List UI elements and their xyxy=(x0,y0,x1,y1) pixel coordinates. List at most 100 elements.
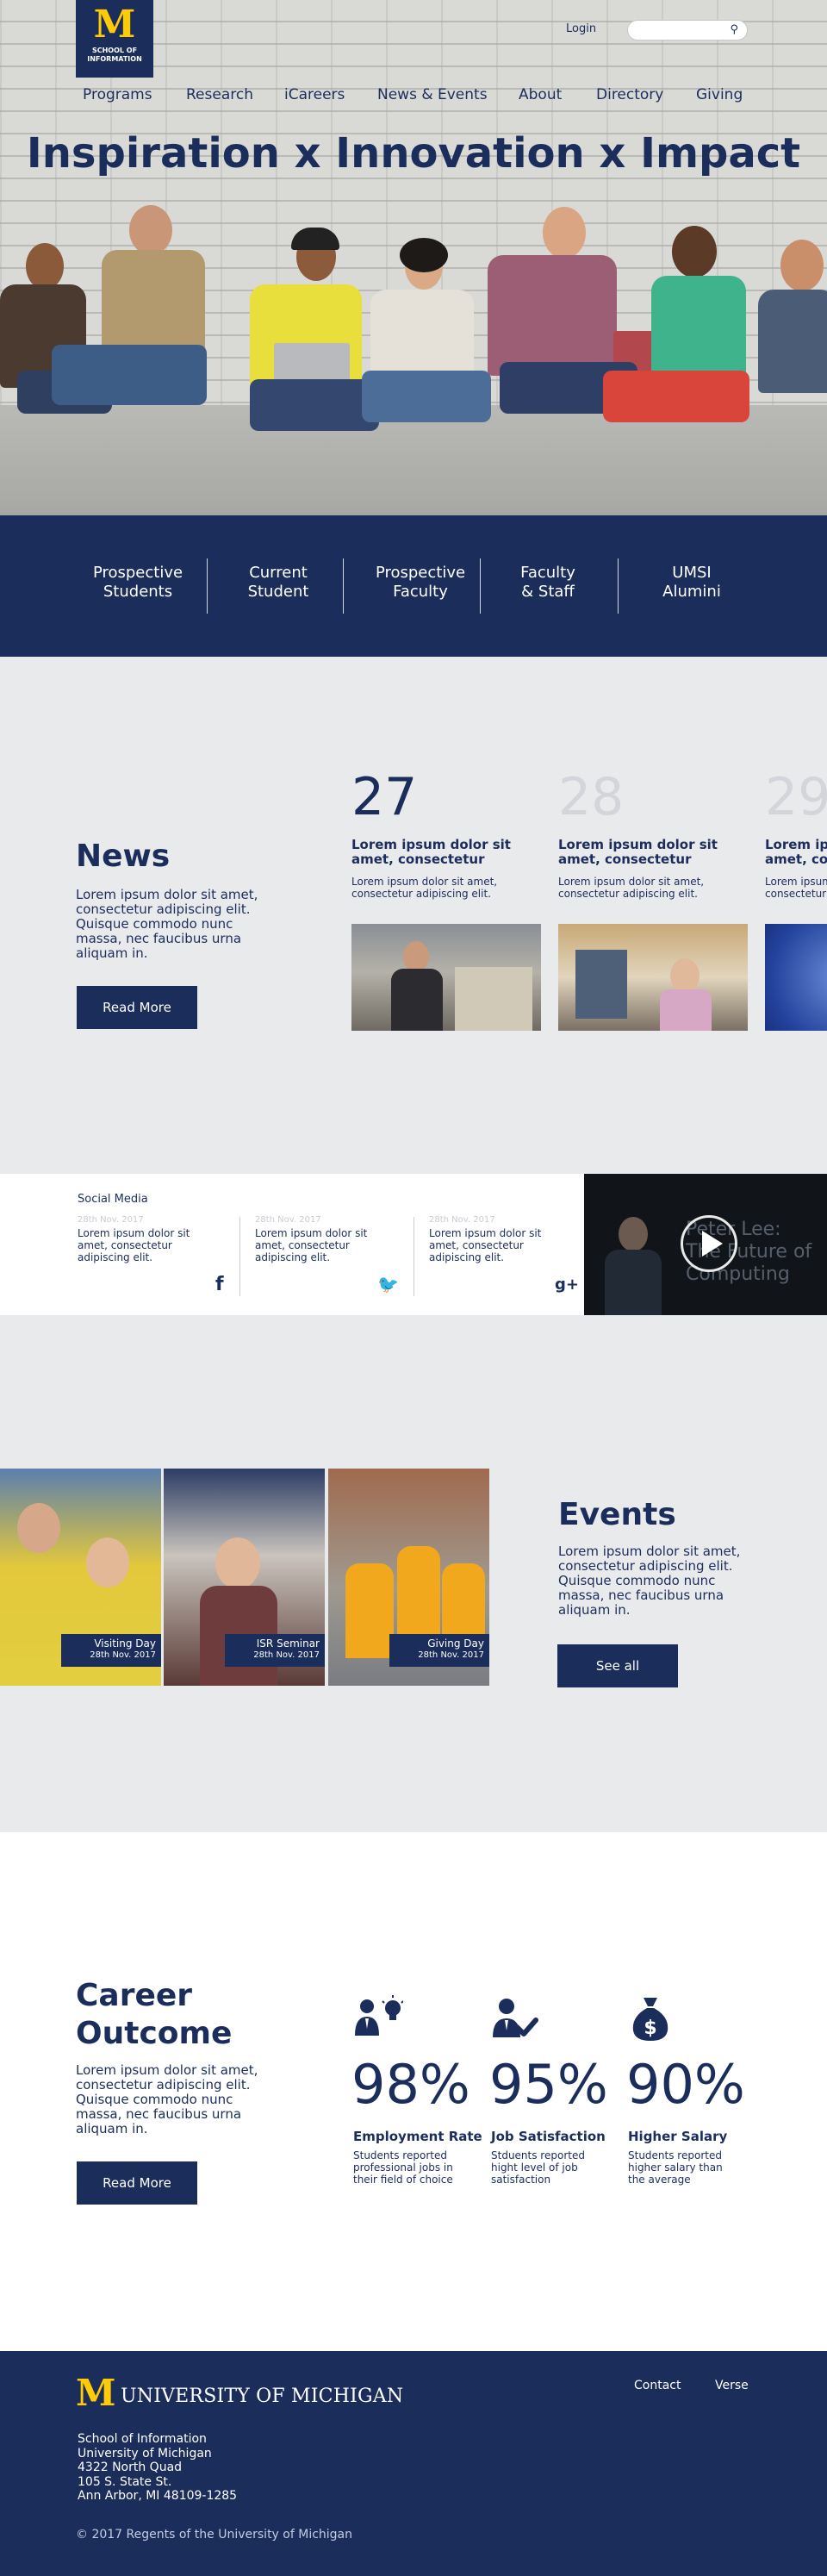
image-figure xyxy=(215,1537,260,1589)
site-footer: M UNIVERSITY OF MICHIGAN Contact Verse S… xyxy=(0,2351,827,2576)
employee-lightbulb-icon xyxy=(353,1994,404,2043)
event-date: 28th Nov. 2017 xyxy=(253,1650,320,1660)
nav-item-about[interactable]: About xyxy=(519,86,562,103)
university-logo[interactable]: M UNIVERSITY OF MICHIGAN xyxy=(76,2372,403,2414)
video-speaker-head xyxy=(619,1217,648,1251)
stat-description: Students reported higher salary than the… xyxy=(628,2149,723,2186)
social-post[interactable]: 28th Nov. 2017 Lorem ipsum dolor sit ame… xyxy=(255,1215,410,1263)
social-heading: Social Media xyxy=(78,1193,148,1206)
audience-bar: Prospective Students Current Student Pro… xyxy=(0,515,827,657)
divider xyxy=(618,558,619,614)
audience-label-line1: Current xyxy=(249,564,308,582)
person-legs xyxy=(362,371,491,422)
footer-address: School of Information University of Mich… xyxy=(78,2432,237,2504)
stat-label: Employment Rate xyxy=(353,2129,482,2144)
news-card-image[interactable] xyxy=(765,924,827,1031)
audience-prospective-faculty[interactable]: Prospective Faculty xyxy=(356,564,485,602)
audience-umsi-alumni[interactable]: UMSI Alumini xyxy=(627,564,756,602)
audience-label-line2: Faculty xyxy=(393,583,448,601)
twitter-icon[interactable]: 🐦 xyxy=(377,1274,399,1294)
event-name: Giving Day xyxy=(427,1637,484,1650)
search-input[interactable]: ⚲ xyxy=(627,20,748,41)
social-post-date: 28th Nov. 2017 xyxy=(429,1215,495,1225)
events-heading: Events xyxy=(558,1497,676,1532)
image-background xyxy=(455,967,532,1031)
event-date: 28th Nov. 2017 xyxy=(90,1650,156,1660)
audience-prospective-students[interactable]: Prospective Students xyxy=(73,564,202,602)
nav-item-directory[interactable]: Directory xyxy=(596,86,663,103)
audience-label-line2: Student xyxy=(247,583,309,601)
video-player[interactable]: Peter Lee: The Future of Computing xyxy=(584,1174,827,1315)
event-name: ISR Seminar xyxy=(256,1637,320,1650)
university-logo-letter: M xyxy=(76,2372,116,2414)
nav-item-programs[interactable]: Programs xyxy=(83,86,152,103)
person-head xyxy=(672,226,717,278)
career-heading-line1: Career xyxy=(76,1978,193,2013)
person-hat xyxy=(291,228,339,250)
person-body xyxy=(488,255,617,376)
audience-label-line2: Alumini xyxy=(662,583,721,601)
news-card-text: Lorem ipsum dolor sit amet, consectetur … xyxy=(351,876,498,900)
person-legs xyxy=(603,371,749,422)
footer-link-verse[interactable]: Verse xyxy=(715,2379,749,2392)
hero-title-bold: Innovation xyxy=(335,129,585,178)
footer-link-contact[interactable]: Contact xyxy=(634,2379,681,2392)
social-post-date: 28th Nov. 2017 xyxy=(78,1215,144,1225)
school-logo[interactable]: M SCHOOL OF INFORMATION xyxy=(76,0,153,78)
person-legs xyxy=(52,345,207,405)
image-shelf xyxy=(575,950,627,1019)
career-heading-line2: Outcome xyxy=(76,2016,233,2051)
nav-item-news-events[interactable]: News & Events xyxy=(377,86,488,103)
audience-current-student[interactable]: Current Student xyxy=(214,564,343,602)
news-card-image[interactable] xyxy=(558,924,748,1031)
person-legs xyxy=(250,379,379,431)
image-figure xyxy=(345,1563,394,1658)
news-read-more-button[interactable]: Read More xyxy=(77,986,197,1029)
social-post-text: Lorem ipsum dolor sit amet, consectetur … xyxy=(78,1227,190,1263)
logo-letter: M xyxy=(93,3,136,47)
events-section: Visiting Day 28th Nov. 2017 ISR Seminar … xyxy=(0,1315,827,1832)
events-see-all-button[interactable]: See all xyxy=(557,1644,678,1687)
nav-item-icareers[interactable]: iCareers xyxy=(284,86,345,103)
stat-label: Higher Salary xyxy=(628,2129,728,2144)
facebook-icon[interactable]: f xyxy=(215,1274,224,1295)
search-icon[interactable]: ⚲ xyxy=(730,23,738,36)
news-section: News Lorem ipsum dolor sit amet, consect… xyxy=(0,657,827,1174)
nav-item-giving[interactable]: Giving xyxy=(696,86,743,103)
stat-description: Students reported professional jobs in t… xyxy=(353,2149,453,2186)
divider xyxy=(480,558,481,614)
hero-title-post: x Impact xyxy=(584,129,801,178)
divider xyxy=(239,1217,240,1296)
career-read-more-button[interactable]: Read More xyxy=(77,2161,197,2205)
news-card[interactable]: 28 Lorem ipsum dolor sit amet, consectet… xyxy=(558,767,748,900)
audience-faculty-staff[interactable]: Faculty & Staff xyxy=(483,564,612,602)
career-description: Lorem ipsum dolor sit amet, consectetur … xyxy=(76,2062,258,2136)
news-card-text: Lorem ipsum dolor sit amet, consectetur … xyxy=(558,876,705,900)
divider xyxy=(343,558,344,614)
news-description: Lorem ipsum dolor sit amet, consectetur … xyxy=(76,887,258,961)
person-body xyxy=(758,290,827,393)
image-figure xyxy=(86,1537,129,1587)
event-date: 28th Nov. 2017 xyxy=(418,1650,484,1660)
social-post[interactable]: 28th Nov. 2017 Lorem ipsum dolor sit ame… xyxy=(429,1215,584,1263)
image-figure xyxy=(17,1503,60,1553)
stat-value: 98% xyxy=(351,2053,470,2116)
nav-item-research[interactable]: Research xyxy=(186,86,253,103)
news-card[interactable]: 27 Lorem ipsum dolor sit amet, consectet… xyxy=(351,767,541,900)
play-icon[interactable] xyxy=(681,1215,737,1272)
money-bag-icon: $ xyxy=(628,1994,678,2043)
event-card[interactable]: Giving Day 28th Nov. 2017 xyxy=(328,1469,489,1686)
person-head xyxy=(26,243,64,290)
play-triangle xyxy=(702,1231,723,1257)
event-card[interactable]: Visiting Day 28th Nov. 2017 xyxy=(0,1469,161,1686)
social-post[interactable]: 28th Nov. 2017 Lorem ipsum dolor sit ame… xyxy=(78,1215,233,1263)
copyright: © 2017 Regents of the University of Mich… xyxy=(76,2528,353,2542)
login-link[interactable]: Login xyxy=(566,22,596,35)
news-card[interactable]: 29 Lorem ipsum dolor sit amet, consectet… xyxy=(765,767,827,900)
audience-label-line1: Prospective xyxy=(92,564,183,582)
google-plus-icon[interactable]: g+ xyxy=(555,1276,579,1294)
image-figure xyxy=(391,969,443,1031)
news-card-text: Lorem ipsum dolor sit amet, consectetur … xyxy=(765,876,827,900)
event-card[interactable]: ISR Seminar 28th Nov. 2017 xyxy=(164,1469,325,1686)
news-card-image[interactable] xyxy=(351,924,541,1031)
